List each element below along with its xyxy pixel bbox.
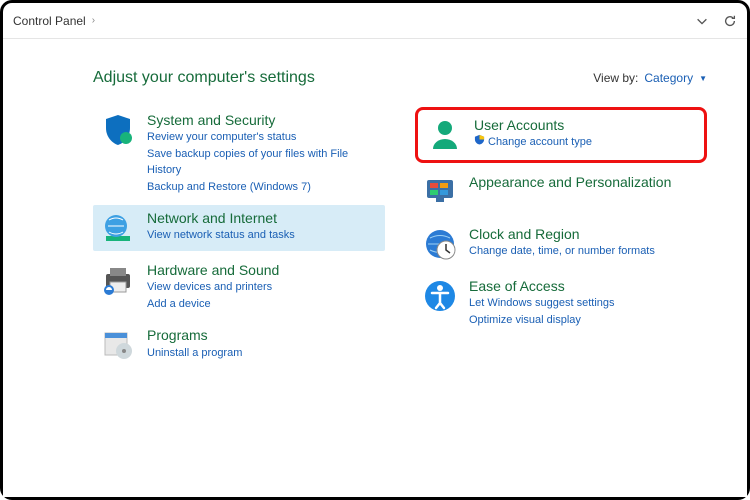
titlebar: Control Panel › xyxy=(3,3,747,39)
shield-icon xyxy=(99,111,137,149)
chevron-down-icon[interactable] xyxy=(695,14,709,28)
chevron-down-icon: ▼ xyxy=(699,74,707,83)
category-title[interactable]: Programs xyxy=(147,326,242,344)
refresh-icon[interactable] xyxy=(723,14,737,28)
view-by-value[interactable]: Category xyxy=(644,71,693,85)
user-icon xyxy=(426,116,464,154)
category-system-security[interactable]: System and Security Review your computer… xyxy=(93,107,385,199)
category-clock-region[interactable]: Clock and Region Change date, time, or n… xyxy=(415,221,707,267)
content-area: Adjust your computer's settings View by:… xyxy=(3,39,747,378)
category-title[interactable]: User Accounts xyxy=(474,116,592,134)
category-user-accounts[interactable]: User Accounts Change account type xyxy=(415,107,707,163)
breadcrumb-text[interactable]: Control Panel xyxy=(13,14,86,28)
page-title: Adjust your computer's settings xyxy=(93,69,315,87)
category-link[interactable]: Save backup copies of your files with Fi… xyxy=(147,146,379,179)
category-network-internet[interactable]: Network and Internet View network status… xyxy=(93,205,385,251)
right-column: User Accounts Change account type Appear… xyxy=(415,107,707,368)
globe-icon xyxy=(99,209,137,247)
category-link[interactable]: View devices and printers xyxy=(147,279,279,296)
category-link[interactable]: Add a device xyxy=(147,296,279,313)
printer-icon xyxy=(99,261,137,299)
category-link[interactable]: Change account type xyxy=(474,134,592,151)
breadcrumb[interactable]: Control Panel › xyxy=(13,14,695,28)
category-title[interactable]: Hardware and Sound xyxy=(147,261,279,279)
category-title[interactable]: Appearance and Personalization xyxy=(469,173,671,191)
view-by-label: View by: xyxy=(593,71,638,85)
category-link[interactable]: View network status and tasks xyxy=(147,227,295,244)
category-title[interactable]: System and Security xyxy=(147,111,379,129)
chevron-right-icon: › xyxy=(92,15,95,26)
category-link[interactable]: Let Windows suggest settings xyxy=(469,295,615,312)
category-hardware-sound[interactable]: Hardware and Sound View devices and prin… xyxy=(93,257,385,316)
category-title[interactable]: Network and Internet xyxy=(147,209,295,227)
category-link-text: Change account type xyxy=(488,136,592,148)
category-link[interactable]: Optimize visual display xyxy=(469,312,615,329)
uac-shield-icon xyxy=(474,134,485,151)
ease-icon xyxy=(421,277,459,315)
category-link[interactable]: Review your computer's status xyxy=(147,129,379,146)
category-link[interactable]: Change date, time, or number formats xyxy=(469,243,655,260)
view-by-control[interactable]: View by: Category ▼ xyxy=(593,71,707,85)
category-title[interactable]: Ease of Access xyxy=(469,277,615,295)
clock-icon xyxy=(421,225,459,263)
category-link[interactable]: Uninstall a program xyxy=(147,345,242,362)
category-ease-of-access[interactable]: Ease of Access Let Windows suggest setti… xyxy=(415,273,707,332)
category-title[interactable]: Clock and Region xyxy=(469,225,655,243)
category-programs[interactable]: Programs Uninstall a program xyxy=(93,322,385,368)
appearance-icon xyxy=(421,173,459,211)
category-link[interactable]: Backup and Restore (Windows 7) xyxy=(147,179,379,196)
category-appearance-personalization[interactable]: Appearance and Personalization xyxy=(415,169,707,215)
bottom-fade xyxy=(3,377,747,497)
programs-icon xyxy=(99,326,137,364)
left-column: System and Security Review your computer… xyxy=(93,107,385,368)
